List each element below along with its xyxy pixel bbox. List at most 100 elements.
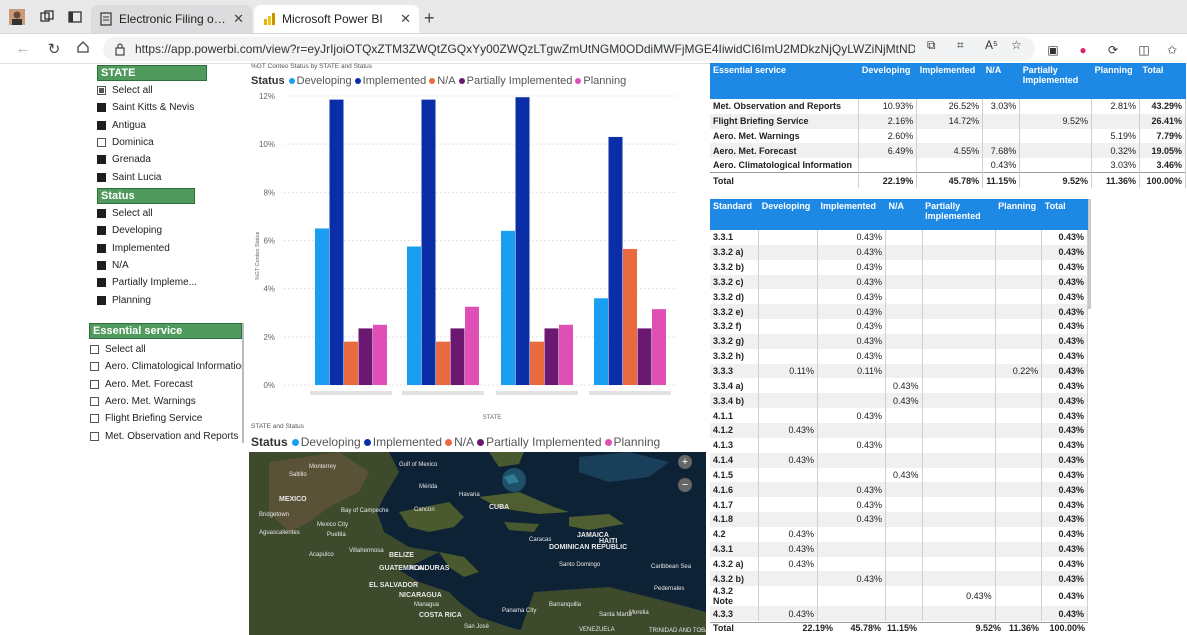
bar-planning[interactable] [373, 324, 387, 385]
table-row[interactable]: 3.3.4 a) 0.43% 0.43% [710, 378, 1088, 394]
tab-power-bi[interactable]: Microsoft Power BI ✕ [254, 5, 419, 33]
tab-electronic-filing[interactable]: Electronic Filing of Differences (E ✕ [91, 5, 252, 33]
status-slicer-item[interactable]: N/A [97, 257, 195, 274]
checkbox-icon[interactable] [97, 243, 106, 253]
essential-slicer-item[interactable]: Aero. Climatological Information [90, 358, 242, 375]
essential-slicer-item[interactable]: Flight Briefing Service [90, 410, 242, 427]
column-header[interactable]: Planning [995, 199, 1042, 230]
column-header[interactable]: Total [1139, 63, 1186, 99]
table-row[interactable]: 4.1.4 0.43% 0.43% [710, 452, 1088, 468]
profile-avatar-icon[interactable] [8, 8, 26, 26]
checkbox-icon[interactable] [97, 295, 106, 305]
column-header[interactable]: Standard [710, 199, 759, 230]
table-row[interactable]: 4.1.2 0.43% 0.43% [710, 422, 1088, 438]
url-field[interactable]: https://app.powerbi.com/view?r=eyJrIjoiO… [103, 37, 1035, 61]
checkbox-icon[interactable] [97, 172, 106, 182]
table-row[interactable]: 4.1.7 0.43% 0.43% [710, 497, 1088, 513]
state-slicer-item[interactable]: Antigua [97, 117, 207, 134]
column-header[interactable]: Implemented [916, 63, 983, 99]
bar-n-a[interactable] [436, 341, 450, 385]
essential-slicer-item[interactable]: Aero. Met. Warnings [90, 393, 242, 410]
close-tab-icon[interactable]: ✕ [400, 11, 411, 27]
column-header[interactable]: N/A [982, 63, 1020, 99]
refresh-extension-icon[interactable]: ⟳ [1105, 42, 1121, 58]
column-header[interactable]: Developing [758, 199, 818, 230]
app-available-icon[interactable]: ⧉ [927, 38, 936, 53]
bar-partially-implemented[interactable] [450, 328, 465, 385]
status-slicer-item[interactable]: Implemented [97, 240, 195, 257]
table-row[interactable]: 4.3.2 b) 0.43% 0.43% [710, 571, 1088, 587]
new-tab-icon[interactable]: + [424, 8, 435, 29]
table-row[interactable]: Aero. Met. Warnings 2.60% 5.19% 7.79% [710, 128, 1186, 144]
close-tab-icon[interactable]: ✕ [233, 11, 244, 27]
checkbox-icon[interactable] [90, 362, 99, 372]
table-row[interactable]: 3.3.2 f) 0.43% 0.43% [710, 319, 1088, 334]
checkbox-icon[interactable] [97, 209, 106, 219]
checkbox-icon[interactable] [97, 155, 106, 165]
map-zoom-out-button[interactable]: − [678, 478, 692, 492]
table-row[interactable]: 4.1.1 0.43% 0.43% [710, 408, 1088, 423]
table-row[interactable]: 4.1.6 0.43% 0.43% [710, 482, 1088, 498]
table-scrollbar[interactable] [1088, 199, 1091, 309]
table-row[interactable]: 3.3.2 g) 0.43% 0.43% [710, 333, 1088, 349]
checkbox-icon[interactable] [90, 414, 99, 424]
bar-partially-implemented[interactable] [637, 328, 652, 385]
status-slicer-item[interactable]: Planning [97, 291, 195, 308]
checkbox-icon[interactable] [97, 138, 106, 148]
bar-partially-implemented[interactable] [544, 328, 559, 385]
bar-planning[interactable] [559, 324, 573, 385]
table-row[interactable]: Aero. Met. Forecast 6.49% 4.55% 7.68% 0.32% 1… [710, 143, 1186, 159]
bar-implemented[interactable] [515, 97, 530, 385]
state-slicer-item[interactable]: Saint Lucia [97, 168, 207, 185]
bar-implemented[interactable] [608, 136, 623, 385]
bar-implemented[interactable] [421, 99, 436, 386]
checkbox-icon[interactable] [97, 261, 106, 271]
qr-code-icon[interactable]: ⌗ [957, 38, 964, 53]
home-icon[interactable] [74, 40, 92, 58]
checkbox-icon[interactable] [97, 226, 106, 236]
table-row[interactable]: 4.3.1 0.43% 0.43% [710, 541, 1088, 557]
table-row[interactable]: 3.3.2 h) 0.43% 0.43% [710, 348, 1088, 364]
table-row[interactable]: 4.1.5 0.43% 0.43% [710, 467, 1088, 483]
bar-planning[interactable] [465, 306, 479, 385]
bar-n-a[interactable] [623, 248, 637, 385]
status-slicer-item[interactable]: Developing [97, 222, 195, 239]
checkbox-icon[interactable] [97, 86, 106, 96]
table-row[interactable]: 3.3.4 b) 0.43% 0.43% [710, 393, 1088, 409]
bar-developing[interactable] [501, 230, 515, 385]
table-row[interactable]: 4.3.3 0.43% 0.43% [710, 606, 1088, 622]
state-slicer-item[interactable]: Saint Kitts & Nevis [97, 99, 207, 116]
checkbox-icon[interactable] [90, 379, 99, 389]
column-header[interactable]: Implemented [817, 199, 886, 230]
status-slicer-item[interactable]: Partially Impleme... [97, 274, 197, 291]
checkbox-icon[interactable] [97, 103, 106, 113]
column-header[interactable]: Essential service [710, 63, 859, 99]
column-header[interactable]: Partially Implemented [1019, 63, 1092, 99]
table-row[interactable]: 3.3.2 d) 0.43% 0.43% [710, 289, 1088, 305]
table-row[interactable]: 3.3.2 c) 0.43% 0.43% [710, 274, 1088, 290]
checkbox-icon[interactable] [90, 431, 99, 441]
state-slicer-item[interactable]: Grenada [97, 151, 207, 168]
back-icon[interactable]: ← [14, 40, 32, 57]
table-row[interactable]: Met. Observation and Reports 10.93% 26.52%… [710, 99, 1186, 114]
table-row[interactable]: 3.3.2 e) 0.43% 0.43% [710, 304, 1088, 320]
tab-actions-icon[interactable] [66, 8, 84, 26]
favorites-icon[interactable]: ✩ [1164, 42, 1180, 58]
bar-developing[interactable] [594, 298, 608, 385]
column-header[interactable]: N/A [885, 199, 923, 230]
read-aloud-icon[interactable]: A⁵ [985, 38, 998, 52]
workspaces-icon[interactable] [38, 8, 56, 26]
checkbox-icon[interactable] [97, 278, 106, 288]
column-header[interactable]: Partially Implemented [922, 199, 996, 230]
column-header[interactable]: Developing [858, 63, 917, 99]
table-row[interactable]: 4.1.8 0.43% 0.43% [710, 512, 1088, 527]
state-slicer-item[interactable]: Select all [97, 82, 207, 99]
state-slicer-item[interactable]: Dominica [97, 134, 207, 151]
table-row[interactable]: 4.3.2 Note 0.43% 0.43% [710, 586, 1088, 607]
split-screen-icon[interactable]: ◫ [1136, 42, 1152, 58]
bar-n-a[interactable] [530, 341, 544, 385]
table-row[interactable]: 4.1.3 0.43% 0.43% [710, 437, 1088, 453]
table-row[interactable]: 3.3.1 0.43% 0.43% [710, 230, 1088, 245]
essential-slicer-item[interactable]: Select all [90, 341, 242, 358]
bar-partially-implemented[interactable] [358, 328, 373, 385]
